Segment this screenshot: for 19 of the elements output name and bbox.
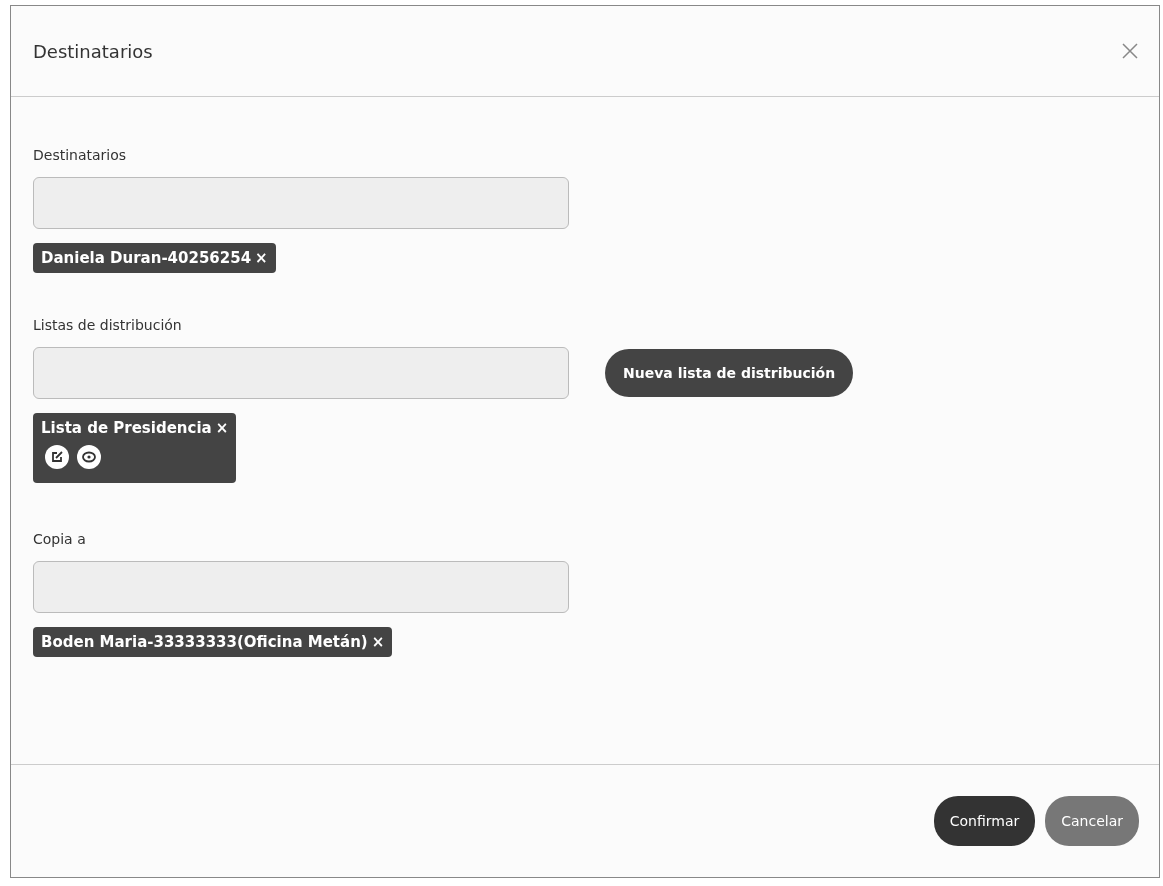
new-list-button[interactable]: Nueva lista de distribución bbox=[605, 349, 854, 397]
field-label: Listas de distribución bbox=[33, 317, 183, 333]
eye-icon[interactable] bbox=[77, 445, 101, 469]
remove-tag-button[interactable]: × bbox=[371, 633, 385, 651]
dialog-title: Destinatarios bbox=[33, 40, 153, 62]
edit-icon[interactable] bbox=[45, 445, 69, 469]
input-field[interactable] bbox=[33, 177, 569, 229]
field-label: Copia a bbox=[33, 531, 87, 547]
dialog-button[interactable]: Confirmar bbox=[933, 796, 1036, 846]
remove-tag-button[interactable]: × bbox=[255, 249, 268, 267]
remove-tag-button[interactable]: × bbox=[215, 419, 229, 437]
field-label: Destinatarios bbox=[33, 147, 128, 163]
input-field[interactable] bbox=[33, 347, 569, 399]
tag-text: Boden Maria-33333333(Oficina Metán) bbox=[41, 633, 368, 651]
tag-text: Lista de Presidencia bbox=[41, 419, 212, 437]
tag-text: Daniela Duran-40256254 bbox=[41, 249, 252, 267]
close-icon[interactable] bbox=[1121, 42, 1139, 60]
input-field[interactable] bbox=[33, 561, 569, 613]
dialog-button[interactable]: Cancelar bbox=[1045, 796, 1139, 846]
